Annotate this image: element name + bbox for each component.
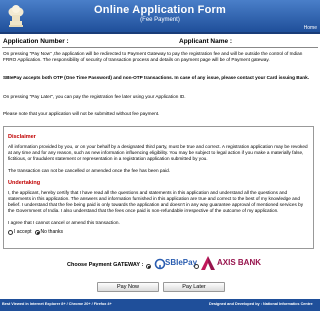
disclaimer-note: The transaction can not be cancelled or … [8,168,171,173]
disclaimer-title: Disclaimer [8,134,36,140]
no-thanks-label: No thanks [40,229,64,235]
undertaking-note: I agree that I cannot cancel or amend th… [8,220,120,225]
divider [2,47,318,48]
submission-note-text: Please note that your application will n… [3,111,160,116]
page-header: Online Application Form (Fee Payment) Ho… [0,0,320,32]
redirect-info-text: On pressing "Pay Now" ,the application w… [3,51,303,62]
pay-now-button[interactable]: Pay Now [97,282,159,292]
agreement-options: I accept No thanks [8,229,63,235]
accept-radio[interactable] [8,229,13,235]
otp-info-text: SBIePay accepts both OTP (One Time Passw… [3,75,310,80]
sbiepay-radio[interactable] [146,264,151,269]
axis-bank-logo-icon [201,256,215,270]
page-subtitle: (Fee Payment) [140,17,180,23]
axis-bank-logo-text: AXIS BANK [217,258,262,267]
undertaking-title: Undertaking [8,180,41,186]
axis-bank-radio[interactable] [194,264,199,269]
page-footer: Best Viewed in Internet Explorer 8+ / Ch… [0,299,320,311]
no-thanks-radio[interactable] [34,229,40,235]
pay-later-button[interactable]: Pay Later [163,282,225,292]
developer-credit: Designed and Developed by : National Inf… [209,302,313,306]
browser-compat-note: Best Viewed in Internet Explorer 8+ / Ch… [2,302,112,306]
accept-label: I accept [14,229,32,235]
payment-gateway-label: Choose Payment GATEWAY : [67,262,144,268]
undertaking-text: I, the applicant, hereby certify that I … [8,190,304,213]
disclaimer-text: All information provided by you, or on y… [8,144,308,161]
applicant-name-label: Applicant Name : [179,38,233,45]
application-number-label: Application Number : [3,38,69,45]
header-divider [0,32,320,34]
pay-later-info-text: On pressing "Pay Later", you can pay the… [3,94,186,99]
sbiepay-logo-text: SBIePay [165,258,198,267]
home-link[interactable]: Home [304,25,317,31]
page-title: Online Application Form [94,4,226,16]
